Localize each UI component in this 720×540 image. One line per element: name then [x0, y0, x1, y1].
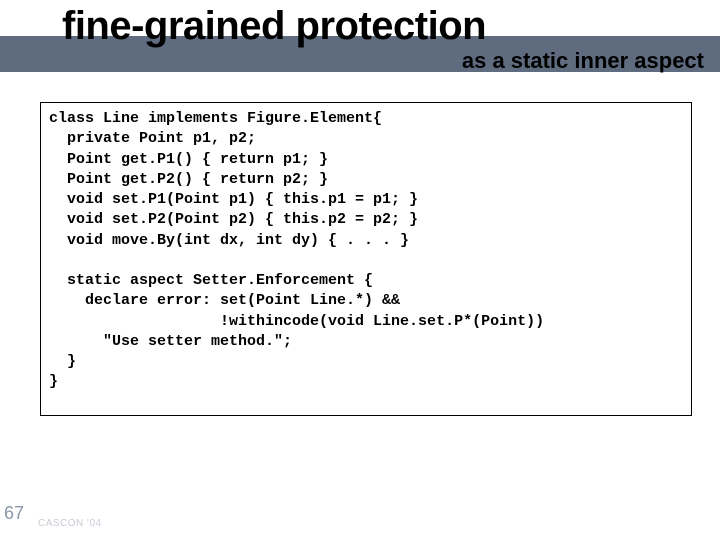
- code-line: void set.P2(Point p2) { this.p2 = p2; }: [49, 211, 418, 228]
- footer-text: CASCON '04: [38, 518, 102, 529]
- code-line: class Line implements Figure.Element{: [49, 110, 382, 127]
- code-box: class Line implements Figure.Element{ pr…: [40, 102, 692, 416]
- code-line: Point get.P1() { return p1; }: [49, 151, 328, 168]
- slide-title: fine-grained protection: [62, 4, 486, 49]
- slide: fine-grained protection as a static inne…: [0, 0, 720, 540]
- code-line: declare error: set(Point Line.*) &&: [49, 292, 400, 309]
- code-line: void move.By(int dx, int dy) { . . . }: [49, 232, 409, 249]
- slide-subtitle: as a static inner aspect: [462, 48, 704, 74]
- code-line: }: [49, 373, 58, 390]
- code-line: void set.P1(Point p1) { this.p1 = p1; }: [49, 191, 418, 208]
- code-line: "Use setter method.";: [49, 333, 292, 350]
- code-line: !withincode(void Line.set.P*(Point)): [49, 313, 544, 330]
- code-line: Point get.P2() { return p2; }: [49, 171, 328, 188]
- code-line: static aspect Setter.Enforcement {: [49, 272, 373, 289]
- code-line: }: [49, 353, 76, 370]
- slide-number: 67: [4, 503, 24, 524]
- code-line: private Point p1, p2;: [49, 130, 256, 147]
